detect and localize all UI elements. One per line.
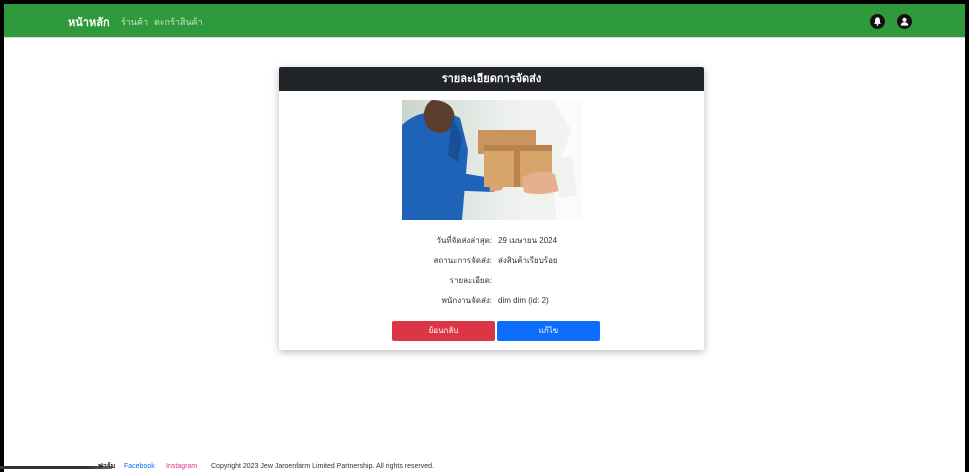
nav-cart-link[interactable]: ตะกร้าสินค้า — [154, 15, 203, 29]
nav-home-link[interactable]: หน้าหลัก — [68, 13, 110, 31]
detail-row-description: รายละเอียด: — [279, 274, 704, 288]
detail-value: ส่งสินค้าเรียบร้อย — [498, 256, 558, 265]
delivery-detail-card: รายละเอียดการจัดส่ง วันที่จัดส่งล่าสุด: … — [279, 67, 704, 350]
edit-button[interactable]: แก้ไข — [497, 321, 600, 341]
footer-facebook-link[interactable]: Facebook — [124, 462, 155, 472]
footer-copyright: Copyright 2023 Jew Jaroenfarm Limited Pa… — [211, 463, 434, 470]
footer-divider — [0, 466, 112, 469]
detail-label: วันที่จัดส่งล่าสุด: — [436, 236, 492, 245]
detail-label: สถานะการจัดส่ง: — [433, 256, 492, 265]
card-title: รายละเอียดการจัดส่ง — [279, 67, 704, 91]
back-button[interactable]: ย้อนกลับ — [392, 321, 495, 341]
detail-value: dim dim (id: 2) — [498, 296, 549, 305]
detail-row-date: วันที่จัดส่งล่าสุด: 29 เมษายน 2024 — [279, 234, 704, 248]
detail-label: รายละเอียด: — [449, 276, 492, 285]
detail-row-staff: พนักงานจัดส่ง: dim dim (id: 2) — [279, 294, 704, 308]
detail-value: 29 เมษายน 2024 — [498, 236, 558, 245]
top-navbar: หน้าหลัก ร้านค้า ตะกร้าสินค้า — [4, 4, 965, 37]
footer-instagram-link[interactable]: Instagram — [166, 462, 197, 472]
bell-icon[interactable] — [870, 14, 885, 29]
delivery-photo-illustration — [402, 100, 582, 220]
nav-shop-link[interactable]: ร้านค้า — [121, 15, 148, 29]
delivery-photo — [402, 100, 582, 220]
detail-row-status: สถานะการจัดส่ง: ส่งสินค้าเรียบร้อย — [279, 254, 704, 268]
user-icon[interactable] — [897, 14, 912, 29]
page-footer: ฟาร์ม Facebook Instagram Copyright 2023 … — [0, 462, 969, 472]
detail-label: พนักงานจัดส่ง: — [441, 296, 492, 305]
footer-company-name: ฟาร์ม — [98, 463, 116, 470]
